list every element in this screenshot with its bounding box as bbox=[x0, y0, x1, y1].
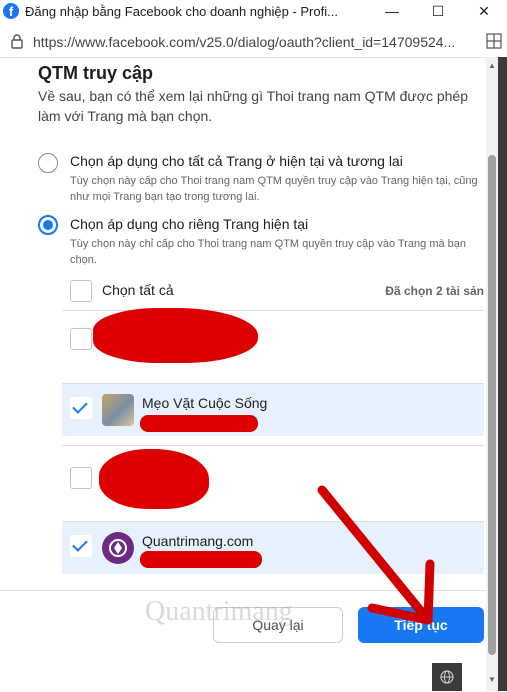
scroll-up-icon[interactable]: ▲ bbox=[488, 61, 496, 70]
scroll-down-icon[interactable]: ▼ bbox=[488, 675, 496, 684]
page-checkbox[interactable] bbox=[70, 467, 92, 489]
page-checkbox-quantrimang[interactable] bbox=[70, 535, 92, 557]
dialog-scrollbar[interactable]: ▲ ▼ bbox=[486, 57, 498, 691]
dialog-title: QTM truy cập bbox=[38, 63, 154, 83]
page-checkbox[interactable] bbox=[70, 328, 92, 350]
option-all-pages-description: Tùy chọn này cấp cho Thoi trang nam QTM … bbox=[70, 175, 478, 203]
maximize-icon[interactable]: ☐ bbox=[415, 3, 461, 20]
dialog-description: Về sau, bạn có thể xem lại những gì Thoi… bbox=[38, 88, 469, 124]
page-checkbox-meo-vat[interactable] bbox=[70, 397, 92, 419]
redacted-page bbox=[93, 308, 258, 363]
scrollbar-thumb[interactable] bbox=[488, 155, 496, 655]
site-info-icon[interactable] bbox=[9, 33, 25, 52]
redacted-page-id bbox=[140, 415, 258, 432]
option-all-pages-radio[interactable] bbox=[38, 153, 58, 173]
background-window bbox=[498, 57, 507, 691]
address-bar[interactable]: https://www.facebook.com/v25.0/dialog/oa… bbox=[0, 29, 507, 55]
window-titlebar: f Đăng nhập bằng Facebook cho doanh nghi… bbox=[0, 0, 507, 22]
selected-count: Đã chọn 2 tài sản bbox=[385, 284, 484, 298]
option-all-pages-label[interactable]: Chọn áp dụng cho tất cả Trang ở hiện tại… bbox=[70, 153, 403, 169]
divider bbox=[62, 445, 484, 446]
extensions-icon[interactable] bbox=[481, 32, 507, 52]
redacted-page-id bbox=[140, 551, 262, 568]
select-all-checkbox[interactable] bbox=[70, 280, 92, 302]
redacted-page bbox=[99, 449, 209, 509]
page-name-meo-vat: Mẹo Vặt Cuộc Sống bbox=[142, 395, 268, 411]
url-text[interactable]: https://www.facebook.com/v25.0/dialog/oa… bbox=[33, 34, 481, 50]
option-current-pages-description: Tùy chọn này chỉ cấp cho Thoi trang nam … bbox=[70, 238, 467, 266]
globe-icon[interactable] bbox=[432, 663, 462, 691]
close-icon[interactable]: ✕ bbox=[461, 3, 507, 20]
page-name-quantrimang: Quantrimang.com bbox=[142, 533, 254, 549]
select-all-label[interactable]: Chọn tất cả bbox=[102, 282, 174, 298]
quantrimang-logo-icon bbox=[109, 539, 127, 557]
watermark-text: Quantrimang bbox=[145, 596, 293, 627]
page-avatar-meo-vat bbox=[102, 394, 134, 426]
window-title: Đăng nhập bằng Facebook cho doanh nghiệp… bbox=[25, 3, 338, 19]
minimize-icon[interactable]: — bbox=[369, 3, 415, 19]
page-avatar-quantrimang bbox=[102, 532, 134, 564]
option-current-pages-label[interactable]: Chọn áp dụng cho riêng Trang hiện tại bbox=[70, 216, 308, 232]
annotation-arrow-icon bbox=[317, 485, 435, 625]
facebook-icon: f bbox=[3, 3, 19, 19]
option-current-pages-radio[interactable] bbox=[38, 215, 58, 235]
